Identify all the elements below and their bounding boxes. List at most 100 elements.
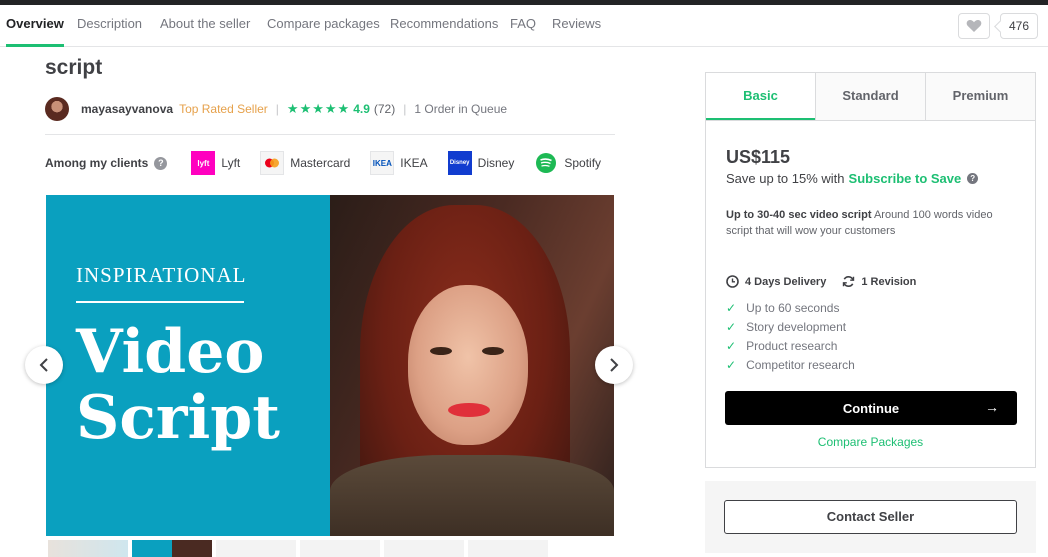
client-ikea: IKEA IKEA [370, 151, 428, 175]
delivery-label: 4 Days Delivery [745, 275, 827, 288]
seller-badge: Top Rated Seller [179, 102, 268, 116]
feature-label: Competitor research [746, 358, 855, 372]
tab-compare-packages[interactable]: Compare packages [267, 5, 380, 47]
client-name: Mastercard [290, 156, 351, 170]
client-name: Spotify [564, 156, 602, 170]
feature-label: Up to 60 seconds [746, 301, 840, 315]
avatar[interactable] [45, 97, 69, 121]
help-icon[interactable]: ? [154, 156, 168, 170]
gallery-next-button[interactable] [595, 346, 633, 384]
gallery-thumbnail[interactable] [300, 540, 380, 557]
heart-icon [966, 20, 982, 32]
seller-name[interactable]: mayasayvanova [81, 102, 173, 116]
delivery-time: 4 Days Delivery [726, 275, 826, 288]
client-name: Lyft [221, 156, 241, 170]
clients-row: Among my clients ? lyft Lyft Mastercard … [45, 150, 621, 176]
gig-nav: Overview Description About the seller Co… [0, 5, 1048, 47]
gig-gallery[interactable]: INSPIRATIONAL Video Script [46, 195, 614, 536]
portrait-eye [430, 347, 452, 355]
subscribe-save-row: Save up to 15% with Subscribe to Save ? [726, 171, 979, 186]
feature-label: Story development [746, 320, 847, 334]
tab-reviews[interactable]: Reviews [552, 5, 601, 47]
subscribe-to-save-link[interactable]: Subscribe to Save [849, 171, 962, 186]
star-icon: ★ [299, 101, 312, 116]
client-spotify: Spotify [534, 151, 601, 175]
check-icon: ✓ [726, 339, 737, 353]
gallery-thumbnail[interactable] [48, 540, 128, 557]
portrait-eye [482, 347, 504, 355]
chevron-right-icon [610, 358, 619, 372]
gallery-line-2: Video [76, 317, 265, 387]
tab-faq[interactable]: FAQ [510, 5, 536, 47]
check-icon: ✓ [726, 358, 737, 372]
list-item: ✓ Product research [726, 337, 855, 356]
list-item: ✓ Story development [726, 318, 855, 337]
gallery-thumbnail[interactable] [216, 540, 296, 557]
star-icon: ★ [312, 101, 324, 116]
portrait-face [408, 285, 528, 445]
gallery-headline: Video Script [76, 319, 280, 451]
tab-recommendations[interactable]: Recommendations [390, 5, 498, 47]
client-disney: Disney Disney [447, 151, 515, 175]
gallery-thumbnail[interactable] [384, 540, 464, 557]
disney-logo-icon: Disney [447, 151, 472, 175]
rating-count[interactable]: (72) [374, 102, 395, 116]
gallery-line-1: INSPIRATIONAL [76, 263, 247, 287]
clock-icon [726, 275, 739, 288]
save-gig-button[interactable] [958, 13, 990, 39]
order-queue: 1 Order in Queue [414, 102, 508, 116]
divider [45, 134, 615, 135]
tab-overview[interactable]: Overview [6, 5, 64, 47]
gig-title: script [45, 56, 103, 79]
chevron-left-icon [39, 358, 48, 372]
rating-score: 4.9 [353, 102, 370, 116]
separator: | [275, 102, 279, 116]
lyft-logo-icon: lyft [191, 151, 216, 175]
continue-button[interactable]: Continue → [725, 391, 1017, 425]
gallery-rule [76, 301, 244, 303]
list-item: ✓ Competitor research [726, 356, 855, 375]
save-count: 476 [1000, 13, 1038, 39]
tab-basic[interactable]: Basic [706, 73, 815, 120]
contact-seller-button[interactable]: Contact Seller [724, 500, 1017, 534]
package-card: Basic Standard Premium US$115 Save up to… [705, 72, 1036, 468]
gallery-text-panel: INSPIRATIONAL Video Script [46, 195, 330, 536]
gallery-portrait [330, 195, 614, 536]
client-name: IKEA [400, 156, 428, 170]
revisions-label: 1 Revision [861, 275, 917, 288]
rating-stars: ★ ★ ★ ★ ★ [287, 101, 349, 117]
package-tabs: Basic Standard Premium [706, 73, 1035, 121]
refresh-icon [843, 275, 855, 288]
package-description: Up to 30-40 sec video script Around 100 … [726, 207, 1016, 239]
tab-premium[interactable]: Premium [925, 73, 1035, 120]
client-mastercard: Mastercard [260, 151, 350, 175]
gallery-thumbnail[interactable] [132, 540, 212, 557]
portrait-jacket [330, 455, 614, 536]
client-name: Disney [477, 156, 515, 170]
mastercard-logo-icon [260, 151, 285, 175]
help-icon[interactable]: ? [967, 173, 979, 184]
client-lyft: lyft Lyft [191, 151, 240, 175]
gallery-thumbnail[interactable] [468, 540, 548, 557]
feature-list: ✓ Up to 60 seconds ✓ Story development ✓ Pr… [726, 299, 855, 375]
revisions: 1 Revision [842, 275, 916, 288]
tab-description[interactable]: Description [77, 5, 142, 47]
package-desc-title: Up to 30-40 sec video script [726, 209, 872, 221]
star-icon: ★ [337, 101, 350, 116]
star-icon: ★ [286, 101, 299, 116]
continue-label: Continue [842, 400, 900, 416]
gallery-prev-button[interactable] [25, 346, 63, 384]
separator: | [403, 102, 407, 116]
feature-label: Product research [746, 339, 838, 353]
compare-packages-link[interactable]: Compare Packages [706, 435, 1035, 449]
spotify-logo-icon [534, 151, 558, 175]
clients-label: Among my clients [45, 156, 149, 170]
gallery-thumbnails [48, 540, 548, 557]
star-icon: ★ [324, 101, 337, 116]
tab-standard[interactable]: Standard [815, 73, 925, 120]
check-icon: ✓ [726, 301, 737, 315]
tab-about-seller[interactable]: About the seller [160, 5, 250, 47]
portrait-lips [448, 403, 490, 417]
list-item: ✓ Up to 60 seconds [726, 299, 855, 318]
save-text: Save up to 15% with [726, 171, 845, 186]
